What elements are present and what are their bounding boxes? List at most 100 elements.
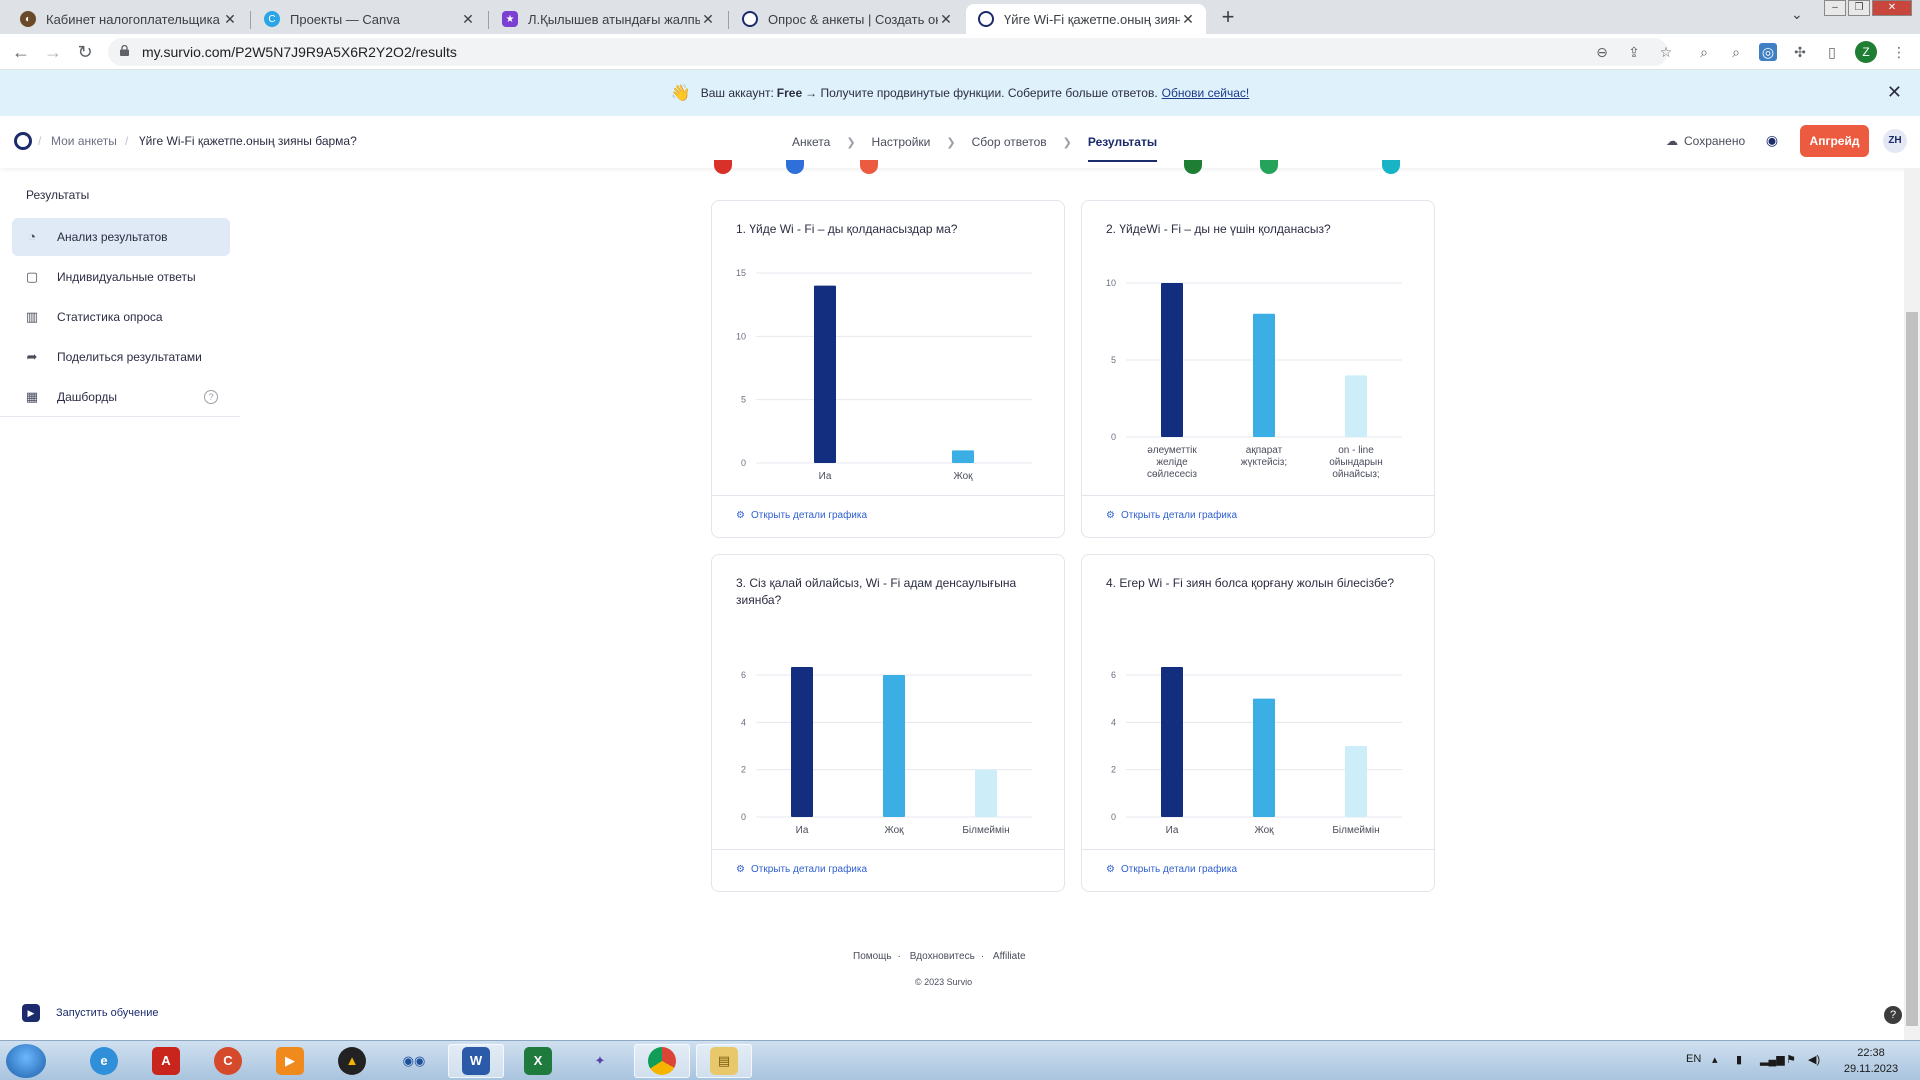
- tab-search-chevron-icon[interactable]: ⌄: [1791, 6, 1803, 23]
- taskbar-acrobat-icon[interactable]: A: [138, 1044, 194, 1078]
- y-tick-label: 0: [1111, 812, 1116, 822]
- new-tab-icon[interactable]: +: [1214, 4, 1242, 32]
- tray-arrow-icon[interactable]: ▴: [1712, 1053, 1718, 1066]
- forward-arrow-icon[interactable]: →: [41, 40, 65, 64]
- browser-tab-5-active[interactable]: Үйге Wi-Fi қажетпе.оның зияны ✕: [966, 4, 1206, 34]
- windows-start-icon[interactable]: [6, 1044, 46, 1078]
- footer-inspire-link[interactable]: Вдохновитесь: [910, 951, 975, 962]
- taskbar-eyes-icon[interactable]: ◉◉: [386, 1044, 442, 1078]
- taskbar-aimp-icon[interactable]: ▲: [324, 1044, 380, 1078]
- result-card-2: 2. ҮйдеWi - Fi – ды не үшін қолданасыз? …: [1081, 200, 1435, 538]
- bar: [883, 675, 905, 817]
- extension-search-icon-2[interactable]: ⌕: [1727, 43, 1745, 61]
- close-tab-icon[interactable]: ✕: [222, 11, 238, 28]
- taskbar-ccleaner-icon[interactable]: C: [200, 1044, 256, 1078]
- sidebar-item-analysis[interactable]: ◔ Анализ результатов: [12, 218, 230, 256]
- tab-title: Опрос & анкеты | Создать онла: [768, 11, 938, 27]
- taskbar-media-player-icon[interactable]: ▶: [262, 1044, 318, 1078]
- taskbar-excel-icon[interactable]: X: [510, 1044, 566, 1078]
- sidebar-item-dashboards[interactable]: ▦ Дашборды ?: [12, 378, 230, 416]
- browser-tab-1[interactable]: ◐ Кабинет налогоплательщика ✕: [8, 4, 248, 34]
- footer-help-link[interactable]: Помощь: [853, 951, 892, 962]
- banner-upgrade-link[interactable]: Обнови сейчас!: [1162, 86, 1250, 100]
- back-arrow-icon[interactable]: ←: [9, 40, 33, 64]
- sidebar-item-statistics[interactable]: ▥ Статистика опроса: [12, 298, 230, 336]
- tab-settings[interactable]: Настройки: [872, 116, 931, 168]
- open-chart-details-link[interactable]: ⚙ Открыть детали графика: [1106, 864, 1237, 875]
- minimize-window-icon[interactable]: –: [1824, 0, 1846, 16]
- close-tab-icon[interactable]: ✕: [460, 11, 476, 28]
- x-category-label: ақпарат жүктейсіз;: [1241, 445, 1287, 468]
- waving-hand-icon: 👋: [670, 85, 691, 102]
- open-chart-details-label: Открыть детали графика: [1120, 864, 1238, 875]
- tray-network-icon[interactable]: ▮: [1736, 1053, 1742, 1066]
- browser-tab-2[interactable]: C Проекты — Canva ✕: [252, 4, 486, 34]
- language-indicator[interactable]: EN: [1686, 1053, 1701, 1065]
- survio-logo-icon[interactable]: [14, 132, 32, 150]
- tab-results[interactable]: Результаты: [1087, 116, 1158, 168]
- taskbar-explorer-icon[interactable]: ▤: [696, 1044, 752, 1078]
- y-tick-label: 0: [741, 458, 746, 468]
- close-window-icon[interactable]: ✕: [1872, 0, 1912, 16]
- card-footer: ⚙ Открыть детали графика: [1082, 849, 1434, 891]
- card-footer: ⚙ Открыть детали графика: [712, 849, 1064, 891]
- restore-window-icon[interactable]: ❐: [1848, 0, 1870, 16]
- tray-signal-icon[interactable]: ▂▄▆: [1760, 1053, 1785, 1066]
- breadcrumb-my-surveys[interactable]: Мои анкеты: [51, 134, 117, 148]
- open-chart-details-link[interactable]: ⚙ Открыть детали графика: [736, 510, 867, 521]
- x-category-label: Иа: [796, 825, 809, 836]
- upgrade-button[interactable]: Апгрейд: [1800, 125, 1869, 157]
- bookmark-star-icon[interactable]: ☆: [1657, 43, 1675, 61]
- y-tick-label: 2: [741, 765, 746, 775]
- y-tick-label: 2: [1111, 765, 1116, 775]
- open-chart-details-link[interactable]: ⚙ Открыть детали графика: [1106, 510, 1237, 521]
- taskbar-word-icon[interactable]: W: [448, 1044, 504, 1078]
- y-tick-label: 4: [741, 717, 746, 727]
- sidebar-item-label: Статистика опроса: [57, 310, 163, 324]
- bar: [814, 285, 836, 463]
- tray-volume-icon[interactable]: ◀): [1808, 1053, 1820, 1066]
- help-circle-icon[interactable]: ?: [204, 390, 218, 404]
- share-page-icon[interactable]: ⇪: [1625, 43, 1643, 61]
- tab-favicon-icon: ◐: [20, 11, 36, 27]
- user-avatar[interactable]: ZH: [1883, 129, 1907, 153]
- open-chart-details-link[interactable]: ⚙ Открыть детали графика: [736, 864, 867, 875]
- y-tick-label: 10: [1106, 278, 1116, 288]
- x-category-label: on - line ойындарын ойнайсыз;: [1329, 445, 1383, 480]
- bar: [1253, 698, 1275, 817]
- lock-icon: [120, 45, 129, 56]
- extension-icon[interactable]: ◎: [1759, 43, 1777, 61]
- puzzle-extensions-icon[interactable]: ✣: [1791, 43, 1809, 61]
- browser-menu-icon[interactable]: ⋮: [1890, 43, 1908, 61]
- tray-flag-icon[interactable]: ⚑: [1786, 1053, 1796, 1066]
- sidebar-item-individual-answers[interactable]: ▢ Индивидуальные ответы: [12, 258, 230, 296]
- zoom-icon[interactable]: ⊖: [1593, 43, 1611, 61]
- taskbar-app-icon[interactable]: ✦: [572, 1044, 628, 1078]
- close-tab-icon[interactable]: ✕: [700, 11, 716, 28]
- browser-tab-4[interactable]: Опрос & анкеты | Создать онла ✕: [730, 4, 964, 34]
- taskbar-chrome-icon[interactable]: [634, 1044, 690, 1078]
- browser-tab-3[interactable]: ★ Л.Қылышев атындағы жалпы ор ✕: [490, 4, 726, 34]
- footer-affiliate-link[interactable]: Affiliate: [993, 951, 1026, 962]
- preview-eye-icon[interactable]: ◉: [1762, 132, 1782, 152]
- browser-profile-avatar[interactable]: Z: [1855, 41, 1877, 63]
- result-card-4: 4. Егер Wi - Fi зиян болса қорғану жолын…: [1081, 554, 1435, 892]
- x-category-label: Иа: [1166, 825, 1179, 836]
- side-panel-icon[interactable]: ▯: [1823, 43, 1841, 61]
- answer-marker: [860, 160, 878, 174]
- banner-prefix: Ваш аккаунт:: [700, 86, 774, 100]
- tab-title: Л.Қылышев атындағы жалпы ор: [528, 11, 700, 27]
- sidebar-item-share[interactable]: ➦ Поделиться результатами: [12, 338, 230, 376]
- reload-icon[interactable]: ↻: [73, 40, 97, 64]
- close-tab-icon[interactable]: ✕: [1180, 11, 1196, 28]
- start-tutorial-button[interactable]: ▶ Запустить обучение: [22, 1004, 158, 1022]
- system-clock[interactable]: 22:38 29.11.2023: [1836, 1045, 1906, 1077]
- extension-search-icon[interactable]: ⌕: [1695, 43, 1713, 61]
- close-banner-icon[interactable]: ✕: [1887, 82, 1902, 103]
- taskbar-ie-icon[interactable]: e: [76, 1044, 132, 1078]
- tab-collect-responses[interactable]: Сбор ответов: [972, 116, 1047, 168]
- help-question-icon[interactable]: ?: [1884, 1006, 1902, 1024]
- close-tab-icon[interactable]: ✕: [938, 11, 954, 28]
- url-text[interactable]: my.survio.com/P2W5N7J9R9A5X6R2Y2O2/resul…: [142, 44, 457, 60]
- scrollbar-thumb[interactable]: [1906, 312, 1918, 1026]
